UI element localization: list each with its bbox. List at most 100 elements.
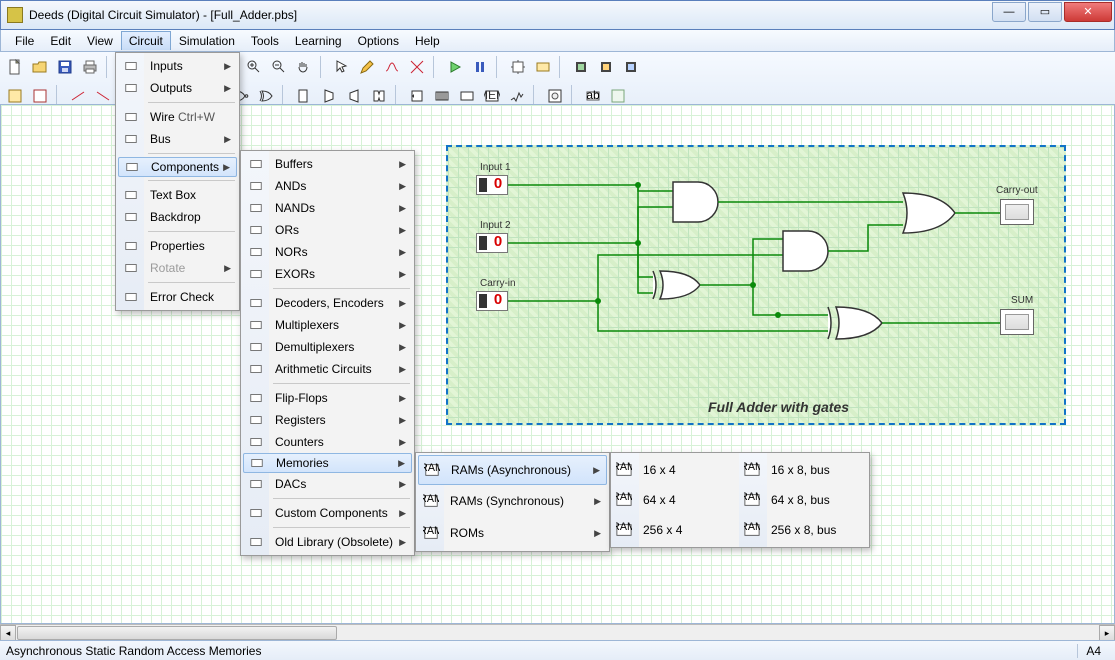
menu-icon	[248, 412, 264, 428]
scroll-right-button[interactable]: ▸	[1099, 625, 1115, 641]
menu-icon	[248, 156, 264, 172]
menu-tools[interactable]: Tools	[243, 31, 287, 51]
menu-item[interactable]: Demultiplexers▶	[243, 336, 412, 358]
tb-module2[interactable]	[532, 56, 554, 78]
textbox-icon: ab	[585, 88, 601, 104]
close-button[interactable]: ✕	[1064, 2, 1112, 22]
menu-item[interactable]: Buffers▶	[243, 153, 412, 175]
menu-item[interactable]: Counters▶	[243, 431, 412, 453]
menu-item[interactable]: DACs▶	[243, 473, 412, 495]
menu-icon	[123, 131, 139, 147]
menu-learning[interactable]: Learning	[287, 31, 350, 51]
menu-help[interactable]: Help	[407, 31, 448, 51]
horizontal-scrollbar[interactable]: ◂ ▸	[0, 624, 1115, 640]
menu-item[interactable]: RAM64 x 4	[611, 485, 737, 515]
menu-icon	[248, 505, 264, 521]
scroll-thumb[interactable]	[17, 626, 337, 640]
row2-icon	[32, 88, 48, 104]
menu-item[interactable]: RAM256 x 4	[611, 515, 737, 545]
menu-item[interactable]: Custom Components▶	[243, 502, 412, 524]
tb-zoom-out[interactable]	[268, 56, 290, 78]
tb-chip-a[interactable]	[570, 56, 592, 78]
rams-async-submenu: RAM16 x 4RAM64 x 4RAM256 x 4RAM16 x 8, b…	[610, 452, 870, 548]
menu-item[interactable]: RAM256 x 8, bus	[739, 515, 865, 545]
menu-item[interactable]: Multiplexers▶	[243, 314, 412, 336]
minimize-button[interactable]: —	[992, 2, 1026, 22]
tb-zoom-in[interactable]	[243, 56, 265, 78]
tb-print[interactable]	[79, 56, 101, 78]
menu-item[interactable]: RAMRAMs (Asynchronous)▶	[418, 455, 607, 485]
menu-icon	[248, 178, 264, 194]
menu-item[interactable]: Bus▶	[118, 128, 237, 150]
menu-item[interactable]: Registers▶	[243, 409, 412, 431]
ram-size-icon: RAM	[744, 462, 760, 478]
menu-item[interactable]: Rotate▶	[118, 257, 237, 279]
menu-options[interactable]: Options	[350, 31, 407, 51]
menu-item[interactable]: ORs▶	[243, 219, 412, 241]
components-submenu: Buffers▶ANDs▶NANDs▶ORs▶NORs▶EXORs▶ Decode…	[240, 150, 415, 556]
menu-item[interactable]: RAM16 x 8, bus	[739, 455, 865, 485]
status-text: Asynchronous Static Random Access Memori…	[6, 644, 261, 658]
menu-item[interactable]: Text Box	[118, 184, 237, 206]
menu-circuit[interactable]: Circuit	[121, 31, 171, 50]
menu-item[interactable]: Components▶	[118, 157, 237, 177]
tb-edit-tool[interactable]	[406, 56, 428, 78]
menu-item[interactable]: Decoders, Encoders▶	[243, 292, 412, 314]
menu-simulation[interactable]: Simulation	[171, 31, 243, 51]
tb-module1[interactable]	[507, 56, 529, 78]
menu-item[interactable]: RAMROMs▶	[418, 517, 607, 549]
menu-item[interactable]: WireCtrl+W	[118, 106, 237, 128]
menu-item[interactable]: Outputs▶	[118, 77, 237, 99]
menu-icon	[248, 266, 264, 282]
menu-item[interactable]: RAMRAMs (Synchronous)▶	[418, 485, 607, 517]
tb-pointer[interactable]	[331, 56, 353, 78]
maximize-button[interactable]: ▭	[1028, 2, 1062, 22]
svg-text:RAM: RAM	[616, 491, 632, 503]
menu-item[interactable]: Flip-Flops▶	[243, 387, 412, 409]
status-page: A4	[1077, 644, 1109, 658]
menu-item-label: Components	[151, 160, 219, 174]
ram-size-icon: RAM	[616, 492, 632, 508]
tb-play[interactable]	[444, 56, 466, 78]
tb-wire-tool[interactable]	[381, 56, 403, 78]
menu-item[interactable]: ANDs▶	[243, 175, 412, 197]
svg-text:RAM: RAM	[744, 521, 760, 533]
tb-pause[interactable]	[469, 56, 491, 78]
menu-item[interactable]: NANDs▶	[243, 197, 412, 219]
menu-icon	[123, 80, 139, 96]
menu-item[interactable]: EXORs▶	[243, 263, 412, 285]
menu-edit[interactable]: Edit	[42, 31, 79, 51]
menu-item[interactable]: Backdrop	[118, 206, 237, 228]
menu-item[interactable]: NORs▶	[243, 241, 412, 263]
menu-item-label: Registers	[275, 413, 326, 427]
menu-item-label: Old Library (Obsolete)	[275, 535, 393, 549]
menu-item-label: Properties	[150, 239, 205, 253]
tb-pencil[interactable]	[356, 56, 378, 78]
menu-item[interactable]: RAM64 x 8, bus	[739, 485, 865, 515]
tb-pan[interactable]	[293, 56, 315, 78]
menu-item[interactable]: Arithmetic Circuits▶	[243, 358, 412, 380]
svg-text:RAM: RAM	[424, 462, 440, 474]
menu-item[interactable]: Inputs▶	[118, 55, 237, 77]
custom-comp-icon	[547, 88, 563, 104]
menu-item-label: DACs	[275, 477, 306, 491]
scroll-left-button[interactable]: ◂	[0, 625, 16, 641]
menu-view[interactable]: View	[79, 31, 121, 51]
menu-icon	[123, 187, 139, 203]
save-icon	[57, 59, 73, 75]
tb-new[interactable]	[4, 56, 26, 78]
menu-file[interactable]: File	[7, 31, 42, 51]
tb-chip-b[interactable]	[595, 56, 617, 78]
menu-icon	[248, 534, 264, 550]
menu-item[interactable]: RAM16 x 4	[611, 455, 737, 485]
menu-icon	[248, 361, 264, 377]
row2-icon	[7, 88, 23, 104]
tb-save[interactable]	[54, 56, 76, 78]
menu-item[interactable]: Memories▶	[243, 453, 412, 473]
tb-open[interactable]	[29, 56, 51, 78]
menu-item[interactable]: Error Check	[118, 286, 237, 308]
chip-c-icon	[623, 59, 639, 75]
menu-item[interactable]: Properties	[118, 235, 237, 257]
tb-chip-c[interactable]	[620, 56, 642, 78]
menu-item[interactable]: Old Library (Obsolete)▶	[243, 531, 412, 553]
